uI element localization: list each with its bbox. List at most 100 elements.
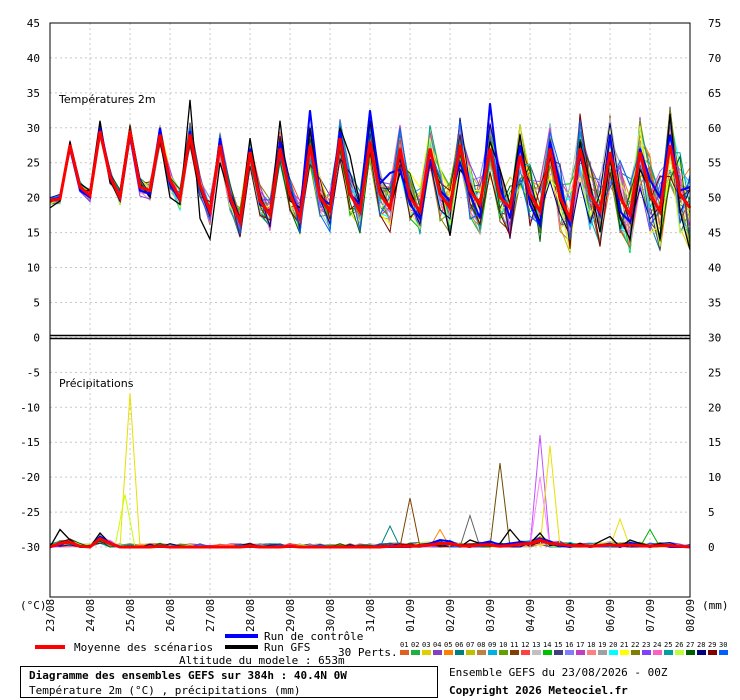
perturbation-number: 24 [653, 641, 661, 649]
perturbation-color-swatch [510, 650, 519, 655]
perturbation-color-swatch [598, 650, 607, 655]
perturbation-number: 19 [598, 641, 606, 649]
perturbation-color-swatch [466, 650, 475, 655]
chart-grid [49, 22, 691, 597]
right-tick-label: 10 [708, 471, 721, 484]
date-tick-label: 04/09 [524, 599, 537, 632]
date-tick-label: 05/09 [564, 599, 577, 632]
right-tick-label: 35 [708, 296, 721, 309]
legend-mean-label: Moyenne des scénarios [74, 641, 213, 654]
perturbation-color-swatch [653, 650, 662, 655]
footer-info-box: Diagramme des ensembles GEFS sur 384h : … [20, 666, 438, 698]
perturbation-color-swatch [400, 650, 409, 655]
left-tick-label: -10 [20, 401, 40, 414]
left-tick-label: 10 [27, 262, 40, 275]
perturbation-color-swatch [631, 650, 640, 655]
left-tick-label: 5 [33, 296, 40, 309]
right-tick-label: 40 [708, 262, 721, 275]
perturbation-number: 25 [664, 641, 672, 649]
date-tick-label: 27/08 [204, 599, 217, 632]
perturbation-color-swatch [565, 650, 574, 655]
right-tick-label: 70 [708, 52, 721, 65]
perturbation-color-swatch [554, 650, 563, 655]
perturbation-color-swatch [521, 650, 530, 655]
left-tick-label: 30 [27, 122, 40, 135]
date-tick-label: 02/09 [444, 599, 457, 632]
perturbation-color-swatch [576, 650, 585, 655]
perturbation-number: 07 [466, 641, 474, 649]
perturbation-color-swatch [587, 650, 596, 655]
left-tick-label: 40 [27, 52, 40, 65]
right-tick-label: 20 [708, 401, 721, 414]
date-tick-label: 06/09 [604, 599, 617, 632]
right-tick-label: 5 [708, 506, 715, 519]
perturbation-color-swatch [444, 650, 453, 655]
perturbation-number: 18 [587, 641, 595, 649]
date-tick-label: 24/08 [84, 599, 97, 632]
perturbation-color-swatch [697, 650, 706, 655]
right-tick-label: 55 [708, 157, 721, 170]
ensemble-run-label: Ensemble GEFS du 23/08/2026 - 00Z [449, 666, 668, 679]
left-tick-label: -25 [20, 506, 40, 519]
left-tick-label: -5 [27, 366, 40, 379]
date-tick-label: 25/08 [124, 599, 137, 632]
perturbations-count: 30 Perts. [338, 646, 398, 659]
right-tick-label: 15 [708, 436, 721, 449]
left-tick-label: 45 [27, 17, 40, 30]
perturbation-number: 04 [433, 641, 441, 649]
perturbation-number: 30 [719, 641, 727, 649]
right-tick-label: 0 [708, 541, 715, 554]
left-tick-label: 35 [27, 87, 40, 100]
perturbation-color-swatch [499, 650, 508, 655]
date-tick-label: 03/09 [484, 599, 497, 632]
diagram-title: Diagramme des ensembles GEFS sur 384h : … [29, 669, 347, 682]
perturbation-number: 14 [543, 641, 551, 649]
perturbation-lines [49, 106, 691, 548]
left-tick-label: 15 [27, 227, 40, 240]
perturbation-number: 20 [609, 641, 617, 649]
perturbation-color-swatch [422, 650, 431, 655]
perturbation-number: 09 [488, 641, 496, 649]
temperature-panel-title: Températures 2m [58, 93, 156, 106]
date-tick-label: 29/08 [284, 599, 297, 632]
legend-gfs-label: Run GFS [264, 641, 310, 654]
ensemble-chart: 45 7540 7035 6530 6025 5520 5015 4510 405 350 30-5… [20, 17, 729, 655]
copyright: Copyright 2026 Meteociel.fr [449, 684, 628, 697]
perturbation-color-swatch [719, 650, 728, 655]
perturbation-color-swatch [708, 650, 717, 655]
right-tick-label: 75 [708, 17, 721, 30]
perturbation-color-swatch [620, 650, 629, 655]
date-tick-label: 07/09 [644, 599, 657, 632]
perturbation-number: 13 [532, 641, 540, 649]
right-tick-label: 60 [708, 122, 721, 135]
perturbation-number: 10 [499, 641, 507, 649]
perturbation-number: 12 [521, 641, 529, 649]
perturbation-color-swatch [675, 650, 684, 655]
perturbation-number: 29 [708, 641, 716, 649]
date-tick-label: 01/09 [404, 599, 417, 632]
perturbation-color-swatch [477, 650, 486, 655]
perturbation-number: 11 [510, 641, 518, 649]
date-tick-label: 08/09 [684, 599, 697, 632]
left-tick-label: 0 [33, 331, 40, 344]
perturbation-number: 01 [400, 641, 408, 649]
perturbation-number: 05 [444, 641, 452, 649]
left-unit-label: (°C) [20, 599, 47, 612]
perturbation-number: 02 [411, 641, 419, 649]
date-tick-label: 31/08 [364, 599, 377, 632]
left-tick-label: 20 [27, 192, 40, 205]
left-tick-label: -20 [20, 471, 40, 484]
perturbation-number: 08 [477, 641, 485, 649]
date-tick-label: 28/08 [244, 599, 257, 632]
perturbation-number: 23 [642, 641, 650, 649]
perturbation-color-swatch [686, 650, 695, 655]
perturbation-number: 03 [422, 641, 430, 649]
right-tick-label: 30 [708, 331, 721, 344]
perturbation-number: 28 [697, 641, 705, 649]
perturbation-number: 06 [455, 641, 463, 649]
perturbation-number: 22 [631, 641, 639, 649]
right-unit-label: (mm) [702, 599, 729, 612]
perturbation-color-swatch [543, 650, 552, 655]
date-tick-label: 30/08 [324, 599, 337, 632]
perturbation-number: 21 [620, 641, 628, 649]
